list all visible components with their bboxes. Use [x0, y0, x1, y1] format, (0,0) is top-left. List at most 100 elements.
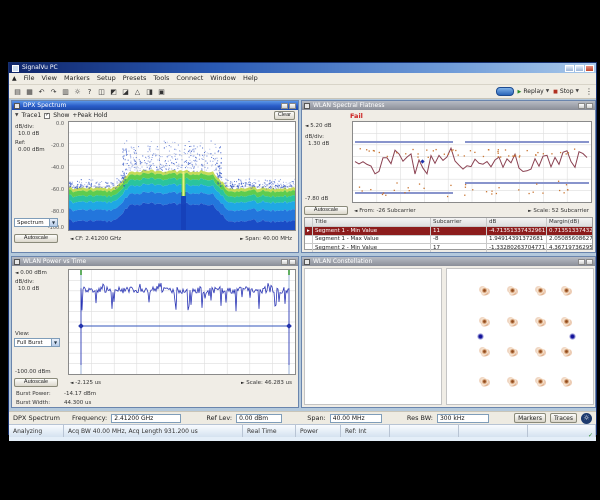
pvt-panel-icon — [14, 259, 20, 265]
replay-dropdown-icon[interactable]: ▼ — [546, 89, 549, 94]
acquire-icon[interactable]: ◩ — [108, 86, 119, 97]
flatness-plot[interactable] — [352, 121, 592, 203]
dpx-panel-titlebar[interactable]: DPX Spectrum — [12, 101, 298, 110]
redo-icon[interactable]: ↷ — [48, 86, 59, 97]
maximize-button[interactable] — [575, 65, 584, 72]
dpx-cf-readout[interactable]: ◄ CF: 2.41200 GHz — [70, 236, 121, 242]
replay-button[interactable]: ▶ Replay ▼ — [518, 88, 550, 95]
dpx-cf-value: CF: 2.41200 GHz — [75, 236, 121, 242]
flatness-close-button[interactable] — [586, 103, 593, 109]
status-cell-empty — [459, 425, 528, 437]
settings-gear-button[interactable]: ☼ — [581, 413, 592, 424]
pvt-scale-readout[interactable]: ► Scale: 46.283 us — [241, 380, 292, 386]
dpx-span-readout[interactable]: ► Span: 40.00 MHz — [240, 236, 292, 242]
constellation-restore-button[interactable] — [578, 259, 585, 265]
frequency-field[interactable]: 2.41200 GHz — [111, 414, 181, 423]
display-mode-dropdown-icon[interactable]: ▼ — [49, 219, 57, 226]
ref-lev-field[interactable]: 0.00 dBm — [236, 414, 282, 423]
table-cell: ▸ — [305, 227, 313, 235]
traces-button[interactable]: Traces — [550, 413, 577, 423]
stop-button[interactable]: ■ Stop ▼ — [553, 88, 579, 95]
constellation-symbol-point — [537, 287, 544, 294]
menu-item-connect[interactable]: Connect — [176, 75, 203, 82]
dpx-control-row: ▼ Trace1 ✓ Show +Peak Hold Clear — [12, 110, 298, 121]
constellation-symbol-point — [563, 287, 570, 294]
print-icon[interactable]: ▥ — [60, 86, 71, 97]
app-menu-icon[interactable]: ▲ — [12, 76, 17, 82]
menu-item-presets[interactable]: Presets — [123, 75, 147, 82]
markers-button[interactable]: Markers — [514, 413, 546, 423]
menu-item-help[interactable]: Help — [243, 75, 258, 82]
status-bar: AnalyzingAcq BW 40.00 MHz, Acq Length 93… — [9, 424, 596, 437]
minimize-button[interactable] — [565, 65, 574, 72]
span-field[interactable]: 40.00 MHz — [330, 414, 382, 423]
close-button[interactable] — [585, 65, 594, 72]
menu-item-tools[interactable]: Tools — [153, 75, 169, 82]
flatness-scale-readout[interactable]: ► Scale: 52 Subcarrier — [528, 208, 589, 214]
table-row[interactable]: Segment 1 - Max Value-81.949143913726812… — [305, 235, 592, 244]
display-mode-select[interactable]: Spectrum ▼ — [14, 218, 58, 227]
flatness-col-header[interactable] — [305, 218, 313, 226]
table-row[interactable]: ▸Segment 1 - Min Value11-4.7135133743296… — [305, 226, 592, 235]
dpx-ref-label: Ref: — [15, 140, 26, 146]
constellation-panel-titlebar[interactable]: WLAN Constellation — [302, 257, 595, 266]
analysis-icon[interactable]: ◪ — [120, 86, 131, 97]
settings-gear-icon[interactable]: ☼ — [72, 86, 83, 97]
dpx-close-button[interactable] — [289, 103, 296, 109]
menu-item-setup[interactable]: Setup — [97, 75, 116, 82]
flatness-from-readout[interactable]: ◄ From: -26 Subcarrier — [354, 208, 416, 214]
amplitude-icon[interactable]: △ — [132, 86, 143, 97]
stop-dropdown-icon[interactable]: ▼ — [576, 89, 579, 94]
res-bw-field[interactable]: 300 kHz — [437, 414, 489, 423]
window-titlebar[interactable]: SignalVu PC — [9, 63, 596, 73]
view-label: View: — [15, 331, 30, 337]
flatness-restore-button[interactable] — [578, 103, 585, 109]
audio-icon[interactable]: ◨ — [144, 86, 155, 97]
clear-button[interactable]: Clear — [274, 111, 295, 120]
open-icon[interactable]: ▤ — [12, 86, 23, 97]
table-row[interactable]: Segment 2 - Min Value17-1.33280263704771… — [305, 243, 592, 252]
constellation-symbol-point — [481, 318, 488, 325]
toolbar-overflow-icon[interactable]: ⋮ — [585, 87, 593, 96]
view-select[interactable]: Full Burst ▼ — [14, 338, 60, 347]
constellation-close-button[interactable] — [586, 259, 593, 265]
flatness-col-header[interactable]: Title — [313, 218, 431, 226]
flatness-autoscale-button[interactable]: Autoscale — [304, 206, 348, 215]
peak-hold-select[interactable]: +Peak Hold — [72, 112, 107, 119]
pvt-close-button[interactable] — [289, 259, 296, 265]
dpx-restore-button[interactable] — [281, 103, 288, 109]
menu-item-window[interactable]: Window — [210, 75, 236, 82]
pvt-restore-button[interactable] — [281, 259, 288, 265]
window-title: SignalVu PC — [22, 65, 565, 71]
trace-select-arrow-icon[interactable]: ▼ — [15, 113, 18, 118]
menu-item-file[interactable]: File — [24, 75, 35, 82]
trace-select[interactable]: Trace1 — [21, 112, 41, 119]
pvt-plot[interactable] — [68, 269, 296, 375]
flatness-col-header[interactable]: Margin(dB) — [547, 218, 592, 226]
dpx-autoscale-button[interactable]: Autoscale — [14, 234, 58, 243]
pvt-autoscale-button[interactable]: Autoscale — [14, 378, 58, 387]
trigger-icon[interactable]: ◫ — [96, 86, 107, 97]
pvt-offset-readout[interactable]: ◄ -2.125 us — [70, 380, 101, 386]
connection-toggle[interactable] — [496, 87, 514, 96]
menu-item-view[interactable]: View — [42, 75, 57, 82]
view-select-value: Full Burst — [17, 340, 43, 346]
flatness-db-div-value: 1.30 dB — [308, 141, 329, 147]
pvt-bottom-value: -100.00 dBm — [15, 369, 51, 375]
view-select-dropdown-icon[interactable]: ▼ — [51, 339, 59, 346]
table-cell: 1.94914391372681 — [487, 236, 547, 244]
replay-play-icon: ▶ — [518, 89, 522, 95]
flatness-col-header[interactable]: Subcarrier — [431, 218, 487, 226]
display-icon[interactable]: ▣ — [156, 86, 167, 97]
undo-icon[interactable]: ↶ — [36, 86, 47, 97]
pvt-panel-titlebar[interactable]: WLAN Power vs Time — [12, 257, 298, 266]
save-icon[interactable]: ▦ — [24, 86, 35, 97]
table-row[interactable]: Segment 2 - Max Value-191.50983550343439… — [305, 252, 592, 254]
menu-item-markers[interactable]: Markers — [64, 75, 90, 82]
show-checkbox[interactable]: ✓ — [44, 113, 50, 119]
flatness-col-header[interactable]: dB — [487, 218, 547, 226]
flatness-panel-titlebar[interactable]: WLAN Spectral Flatness — [302, 101, 595, 110]
dpx-plot[interactable] — [68, 121, 296, 231]
constellation-plot[interactable] — [446, 268, 594, 405]
help-icon[interactable]: ? — [84, 86, 95, 97]
